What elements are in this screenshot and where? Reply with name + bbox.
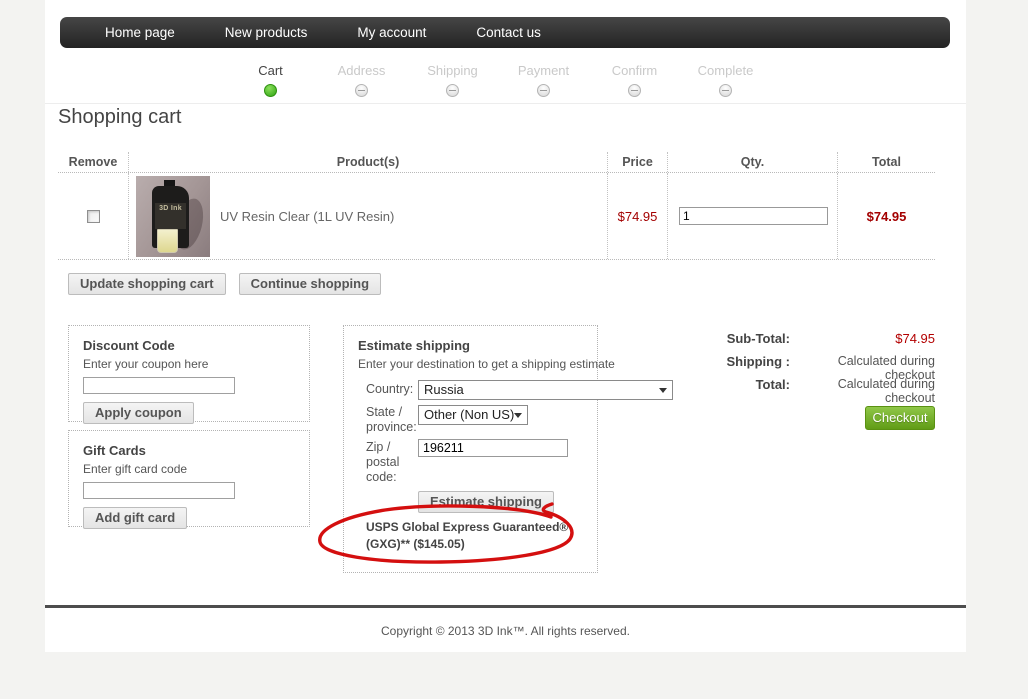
gift-cards-box: Gift Cards Enter gift card code Add gift… <box>68 430 310 527</box>
subtotal-row: Sub-Total: $74.95 <box>645 331 935 346</box>
add-gift-card-button[interactable]: Add gift card <box>83 507 187 529</box>
subtotal-value: $74.95 <box>790 331 935 346</box>
step-shipping: Shipping <box>407 63 498 97</box>
total-cell: $74.95 <box>837 173 935 259</box>
step-address: Address <box>316 63 407 97</box>
country-select[interactable]: Russia <box>418 380 673 400</box>
copyright-text: Copyright © 2013 3D Ink™. All rights res… <box>45 624 966 638</box>
estimate-shipping-button[interactable]: Estimate shipping <box>418 491 554 513</box>
step-inactive-dot-icon <box>719 84 732 97</box>
shipping-method-line1: USPS Global Express Guaranteed® <box>366 519 568 536</box>
header-price: Price <box>607 152 667 172</box>
nav-new-products[interactable]: New products <box>215 25 318 40</box>
product-name-link[interactable]: UV Resin Clear (1L UV Resin) <box>220 209 394 224</box>
checkout-button[interactable]: Checkout <box>865 406 935 430</box>
step-inactive-dot-icon <box>628 84 641 97</box>
line-total: $74.95 <box>867 209 907 224</box>
header-total: Total <box>837 152 935 172</box>
header-product: Product(s) <box>128 152 607 172</box>
header-remove: Remove <box>58 155 128 169</box>
nav-contact-us[interactable]: Contact us <box>466 25 551 40</box>
nav-home-page[interactable]: Home page <box>95 25 185 40</box>
product-image[interactable]: 3D Ink <box>136 176 210 257</box>
quantity-input[interactable] <box>679 207 828 225</box>
product-cell: 3D Ink UV Resin Clear (1L UV Resin) <box>128 173 607 259</box>
estimate-shipping-title: Estimate shipping <box>358 338 583 353</box>
bottle-label: 3D Ink <box>155 203 186 229</box>
state-selected-value: Other (Non US) <box>424 407 514 422</box>
continue-shopping-button[interactable]: Continue shopping <box>239 273 381 295</box>
cart-table-header: Remove Product(s) Price Qty. Total <box>58 152 935 173</box>
top-navigation: Home page New products My account Contac… <box>60 17 950 48</box>
step-cart-label: Cart <box>225 63 316 78</box>
step-shipping-label: Shipping <box>407 63 498 78</box>
page-title: Shopping cart <box>58 106 181 129</box>
step-address-label: Address <box>316 63 407 78</box>
zip-label: Zip / postal code: <box>366 440 410 485</box>
price-cell: $74.95 <box>607 173 667 259</box>
apply-coupon-button[interactable]: Apply coupon <box>83 402 194 424</box>
estimate-shipping-subtitle: Enter your destination to get a shipping… <box>358 357 583 371</box>
total-label: Total: <box>645 377 790 405</box>
country-label: Country: <box>366 382 413 397</box>
step-complete: Complete <box>680 63 771 97</box>
footer-divider <box>45 605 966 608</box>
remove-checkbox[interactable] <box>87 210 100 223</box>
zip-code-input[interactable] <box>418 439 568 457</box>
nav-my-account[interactable]: My account <box>347 25 436 40</box>
coupon-code-input[interactable] <box>83 377 235 394</box>
step-active-dot-icon <box>264 84 277 97</box>
gift-card-code-input[interactable] <box>83 482 235 499</box>
discount-title: Discount Code <box>83 338 295 353</box>
step-complete-label: Complete <box>680 63 771 78</box>
total-row: Total: Calculated during checkout <box>645 377 935 405</box>
country-selected-value: Russia <box>424 382 464 397</box>
step-inactive-dot-icon <box>446 84 459 97</box>
qty-cell <box>667 173 837 259</box>
step-inactive-dot-icon <box>537 84 550 97</box>
step-payment-label: Payment <box>498 63 589 78</box>
total-value: Calculated during checkout <box>790 377 935 405</box>
cart-table: Remove Product(s) Price Qty. Total 3D In… <box>58 152 935 260</box>
step-confirm-label: Confirm <box>589 63 680 78</box>
remove-cell <box>58 173 128 259</box>
shipping-estimate-result: USPS Global Express Guaranteed® (GXG)** … <box>366 519 568 553</box>
cart-actions: Update shopping cart Continue shopping <box>68 273 381 295</box>
step-confirm: Confirm <box>589 63 680 97</box>
unit-price: $74.95 <box>618 209 658 224</box>
page: Home page New products My account Contac… <box>45 0 966 652</box>
state-label: State / province: <box>366 405 424 435</box>
steps-divider <box>45 103 966 104</box>
resin-glass-icon <box>157 229 178 253</box>
gift-cards-hint: Enter gift card code <box>83 462 295 476</box>
checkout-progress: Cart Address Shipping Payment Confirm Co… <box>225 63 771 97</box>
gift-cards-title: Gift Cards <box>83 443 295 458</box>
table-row: 3D Ink UV Resin Clear (1L UV Resin) $74.… <box>58 173 935 260</box>
shipping-method-line2: (GXG)** ($145.05) <box>366 536 568 553</box>
chevron-down-icon <box>514 413 522 418</box>
discount-code-box: Discount Code Enter your coupon here App… <box>68 325 310 422</box>
step-inactive-dot-icon <box>355 84 368 97</box>
estimate-shipping-box: Estimate shipping Enter your destination… <box>343 325 598 573</box>
subtotal-label: Sub-Total: <box>645 331 790 346</box>
discount-hint: Enter your coupon here <box>83 357 295 371</box>
header-qty: Qty. <box>667 152 837 172</box>
step-payment: Payment <box>498 63 589 97</box>
state-select[interactable]: Other (Non US) <box>418 405 528 425</box>
step-cart: Cart <box>225 63 316 97</box>
update-cart-button[interactable]: Update shopping cart <box>68 273 226 295</box>
